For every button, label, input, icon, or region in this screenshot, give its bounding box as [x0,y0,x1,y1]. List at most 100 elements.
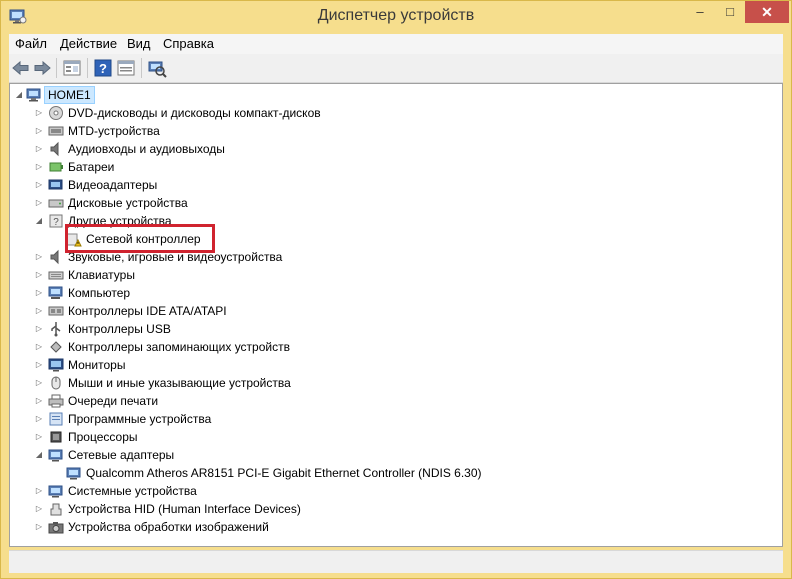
tree-node-label: DVD-дисководы и дисководы компакт-дисков [68,106,321,120]
camera-icon [48,522,64,534]
expand-arrow-icon[interactable]: ▷ [34,287,44,299]
help-icon[interactable]: ? [93,58,113,78]
storage-controller-icon [50,341,62,353]
back-icon[interactable] [11,58,31,78]
tree-node-label: Сетевые адаптеры [68,448,175,462]
tree-node[interactable]: ▷ Клавиатуры [10,266,770,284]
expand-arrow-icon[interactable]: ▷ [34,341,44,353]
tree-node[interactable]: ▷ Аудиовходы и аудиовыходы [10,140,770,158]
tree-node-label: Клавиатуры [68,268,135,282]
menu-bar: Файл Действие Вид Справка [9,34,783,54]
tree-node[interactable]: ▷ Компьютер [10,284,770,302]
tree-node-label: Устройства обработки изображений [68,520,269,534]
other-devices-icon: ? [49,214,63,228]
collapse-arrow-icon[interactable]: ◢ [14,89,24,101]
expand-arrow-icon[interactable]: ▷ [34,305,44,317]
tree-node[interactable]: ▷ Контроллеры запоминающих устройств [10,338,770,356]
tree-node-label: Контроллеры запоминающих устройств [68,340,290,354]
usb-icon [51,322,61,337]
expand-arrow-icon[interactable]: ▷ [34,395,44,407]
expand-arrow-icon[interactable]: ▷ [34,521,44,533]
tree-node-label: Видеоадаптеры [68,178,158,192]
tree-node[interactable]: ▷ DVD-дисководы и дисководы компакт-диско… [10,104,770,122]
collapse-arrow-icon[interactable]: ◢ [34,215,44,227]
expand-arrow-icon[interactable]: ▷ [34,161,44,173]
tree-node[interactable]: ▷ MTD-устройства [10,122,770,140]
keyboard-icon [48,271,64,280]
expand-arrow-icon[interactable]: ▷ [34,197,44,209]
svg-text:?: ? [99,61,107,76]
tree-node[interactable]: ▷ Видеоадаптеры [10,176,770,194]
tree-node[interactable]: ▷ Программные устройства [10,410,770,428]
expand-arrow-icon[interactable]: ▷ [34,323,44,335]
scan-hardware-icon[interactable] [147,58,167,78]
expand-arrow-icon[interactable]: ▷ [34,251,44,263]
tree-node-label: Дисковые устройства [68,196,188,210]
software-device-icon [49,412,63,426]
tree-node[interactable]: ▷ Устройства HID (Human Interface Devices… [10,500,770,518]
expand-arrow-icon[interactable]: ▷ [34,143,44,155]
svg-text:?: ? [53,217,59,228]
title-bar: Диспетчер устройств – □ ✕ [1,1,791,33]
maximize-button[interactable]: □ [717,1,743,23]
expand-arrow-icon[interactable]: ▷ [34,431,44,443]
device-manager-window: Диспетчер устройств – □ ✕ Файл Действие … [0,0,792,579]
menu-action[interactable]: Действие [60,36,117,51]
tree-node[interactable]: ▷ Батареи [10,158,770,176]
expand-arrow-icon[interactable]: ▷ [34,125,44,137]
expand-arrow-icon[interactable]: ▷ [34,413,44,425]
tree-node[interactable]: ▷ Системные устройства [10,482,770,500]
system-device-icon [48,485,63,498]
tree-node[interactable]: ▷ Мониторы [10,356,770,374]
expand-arrow-icon[interactable]: ▷ [34,107,44,119]
tree-node[interactable]: Qualcomm Atheros AR8151 PCI-E Gigabit Et… [10,464,770,482]
highlight-box [65,224,215,253]
tree-root-label: HOME1 [44,86,95,104]
collapse-arrow-icon[interactable]: ◢ [34,449,44,461]
forward-icon[interactable] [32,58,52,78]
disk-drive-icon [48,199,64,208]
device-tree: ◢ HOME1 ▷ DVD-дисководы и дисководы компа… [9,83,783,547]
tree-node[interactable]: ▷ Контроллеры USB [10,320,770,338]
tree-node[interactable]: ▷ Устройства обработки изображений [10,518,770,536]
expand-arrow-icon[interactable]: ▷ [34,485,44,497]
tree-node[interactable]: ▷ Дисковые устройства [10,194,770,212]
close-button[interactable]: ✕ [745,1,789,23]
audio-icon [50,141,59,157]
hid-icon [50,503,62,516]
tree-root[interactable]: ◢ HOME1 [10,86,110,104]
properties-icon[interactable] [62,58,82,78]
expand-arrow-icon[interactable]: ▷ [34,269,44,281]
mouse-icon [51,376,61,390]
toolbar: ? [9,54,783,83]
tree-node[interactable]: ▷ Контроллеры IDE ATA/ATAPI [10,302,770,320]
expand-arrow-icon[interactable]: ▷ [34,359,44,371]
tree-node-label: Qualcomm Atheros AR8151 PCI-E Gigabit Et… [86,466,482,480]
menu-help[interactable]: Справка [163,36,214,51]
toolbar-separator [141,58,142,78]
tree-node-label: Программные устройства [68,412,212,426]
computer-icon [26,88,41,102]
expand-arrow-icon[interactable]: ▷ [34,179,44,191]
tree-node-label: Процессоры [68,430,138,444]
tree-node[interactable]: ▷ Процессоры [10,428,770,446]
computer-icon [48,286,63,299]
tree-node-label: Контроллеры USB [68,322,171,336]
expand-arrow-icon[interactable]: ▷ [34,503,44,515]
tree-node[interactable]: ▷ Очереди печати [10,392,770,410]
menu-view[interactable]: Вид [127,36,151,51]
tree-node[interactable]: ◢ Сетевые адаптеры [10,446,770,464]
expand-arrow-icon[interactable]: ▷ [34,377,44,389]
menu-file[interactable]: Файл [15,36,47,51]
network-card-icon [66,467,81,480]
minimize-button[interactable]: – [687,1,713,23]
toolbar-separator [56,58,57,78]
details-icon[interactable] [116,58,136,78]
tree-node[interactable]: ▷ Мыши и иные указывающие устройства [10,374,770,392]
display-adapter-icon [48,179,63,190]
sound-icon [50,249,59,265]
tree-node-label: Мониторы [68,358,126,372]
ide-controller-icon [48,306,64,316]
battery-icon [49,162,63,172]
memory-device-icon [48,126,64,136]
